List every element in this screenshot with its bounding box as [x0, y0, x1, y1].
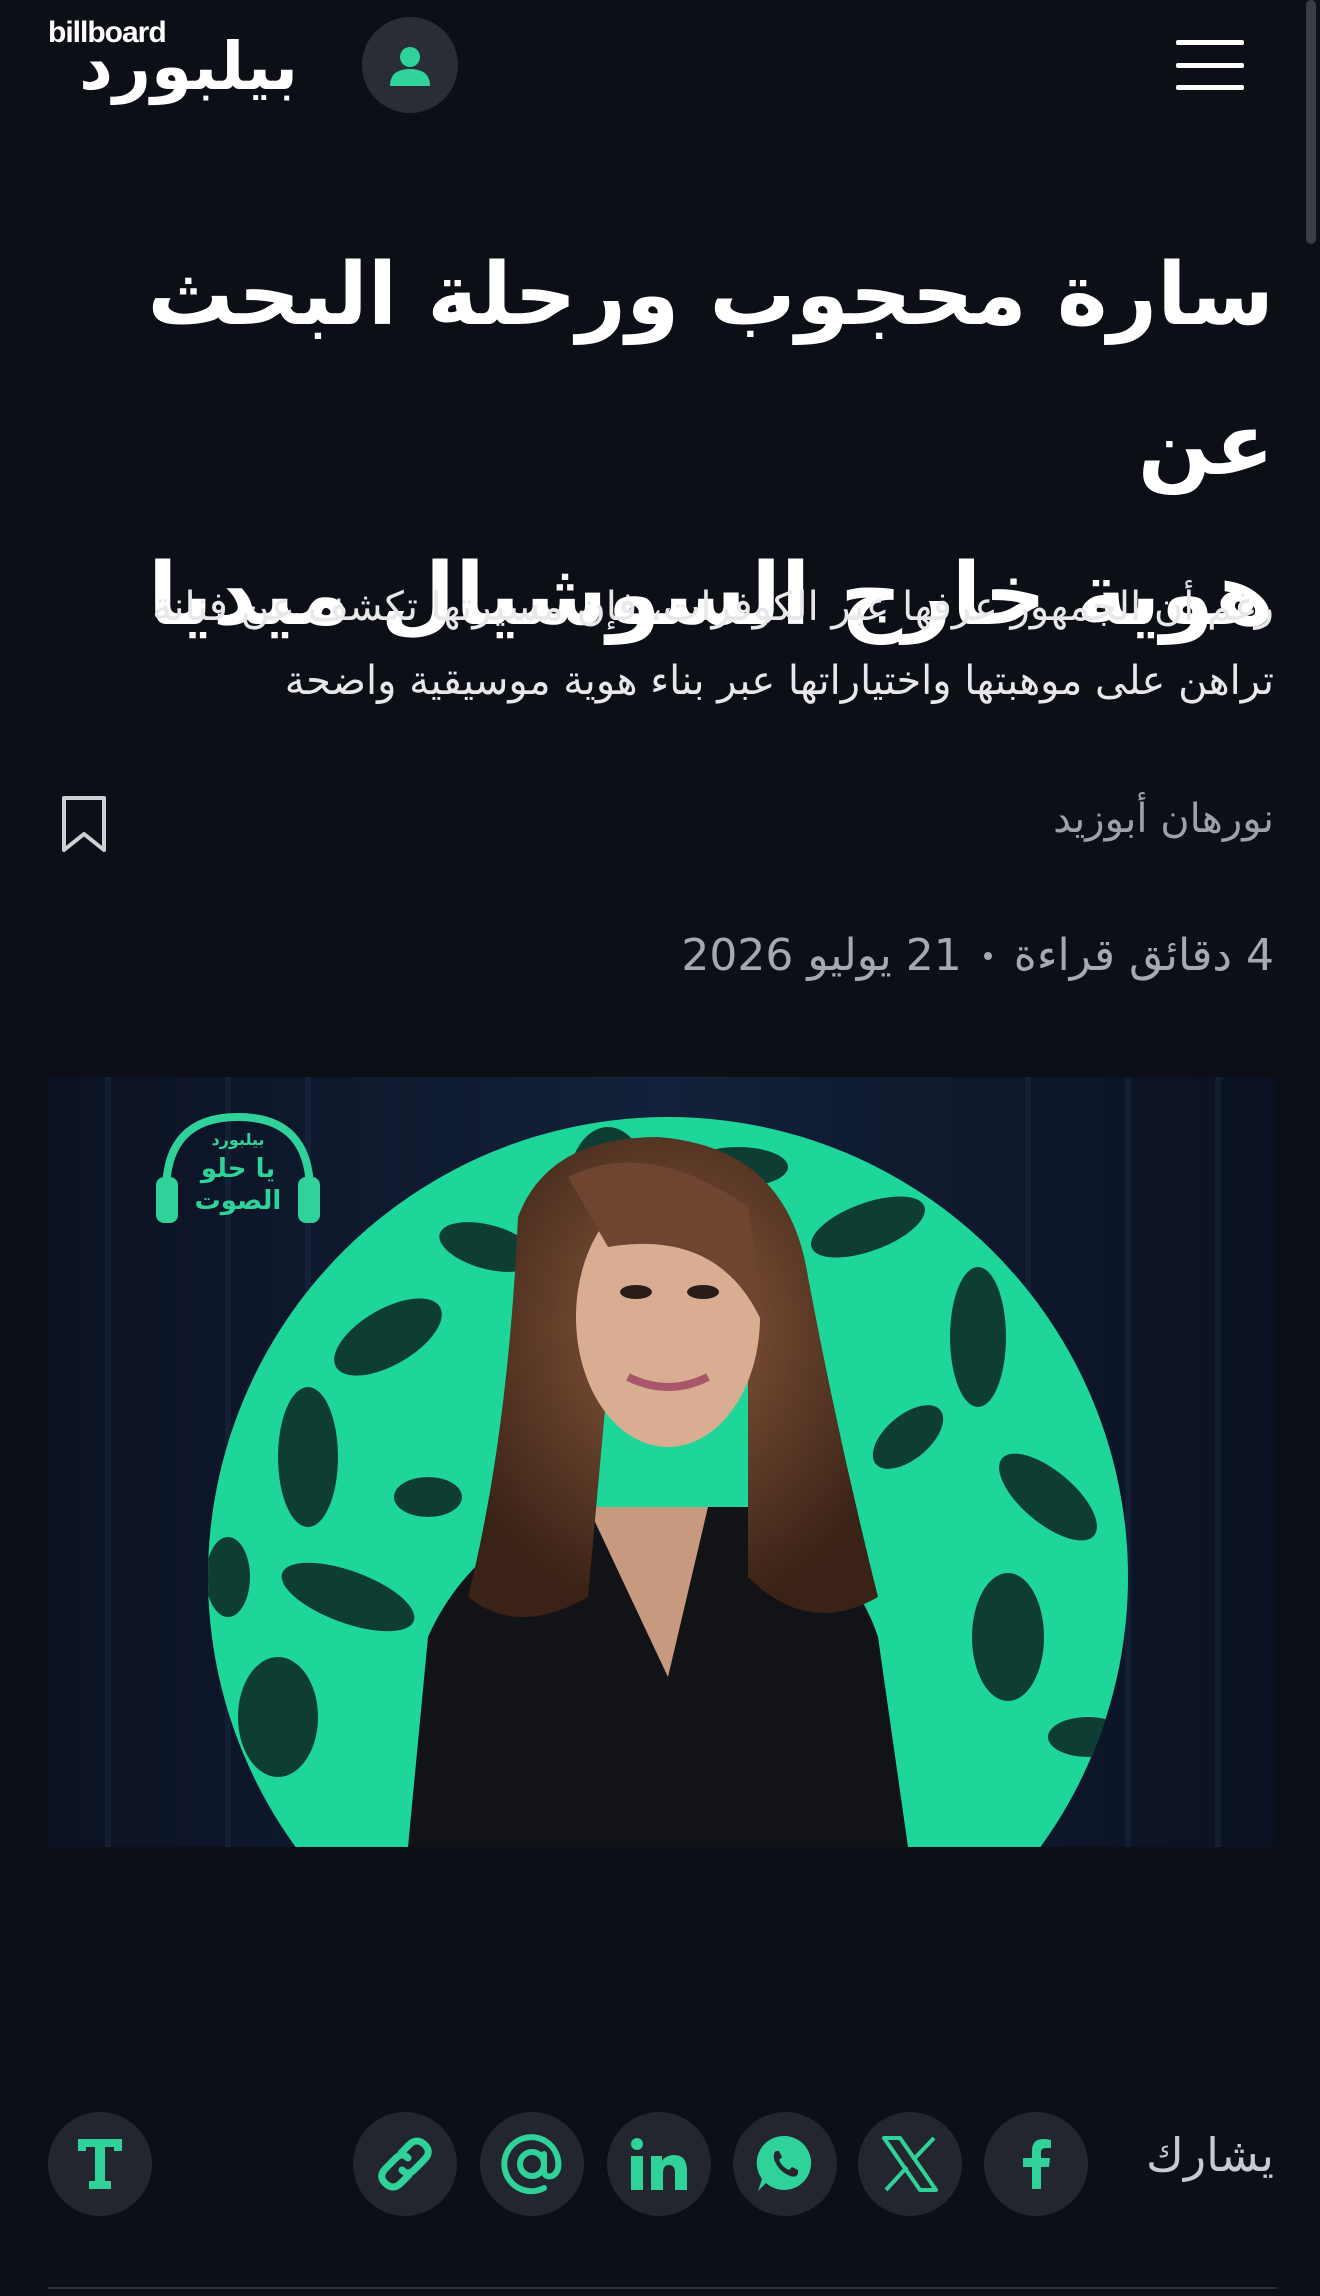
- bookmark-button[interactable]: [58, 794, 110, 856]
- badge-line1: بيلبورد: [211, 1130, 264, 1149]
- facebook-icon: [1023, 2139, 1051, 2189]
- share-x-button[interactable]: [858, 2112, 962, 2216]
- billboard-logo[interactable]: billboard بيلبورد: [48, 16, 298, 126]
- share-linkedin-button[interactable]: [607, 2112, 711, 2216]
- badge-line3: الصوت: [195, 1186, 282, 1216]
- meta-separator: [983, 951, 992, 960]
- user-icon: [390, 47, 430, 86]
- article-summary: رغم أن الجمهور عرفها عبر الكوفرات، فإن م…: [34, 570, 1274, 718]
- menu-bar: [1176, 85, 1244, 90]
- logo-arabic-text: بيلبورد: [79, 28, 298, 105]
- text-size-icon: [78, 2139, 122, 2189]
- share-whatsapp-button[interactable]: [733, 2112, 837, 2216]
- summary-line: تراهن على موهبتها واختياراتها عبر بناء ه…: [284, 658, 1274, 704]
- link-icon: [378, 2137, 432, 2191]
- share-email-button[interactable]: [480, 2112, 584, 2216]
- title-line: سارة محجوب ورحلة البحث عن: [147, 245, 1274, 495]
- account-button[interactable]: [362, 17, 458, 113]
- badge-line2: يا حلو: [199, 1154, 275, 1184]
- bookmark-icon: [62, 796, 106, 852]
- x-icon: [882, 2136, 938, 2192]
- whatsapp-icon: [756, 2135, 812, 2191]
- share-label: يشارك: [1146, 2128, 1274, 2182]
- site-header: billboard بيلبورد: [0, 0, 1320, 244]
- hero-illustration: بيلبورد يا حلو الصوت: [48, 1077, 1277, 1847]
- menu-bar: [1176, 62, 1244, 68]
- article-author[interactable]: نورهان أبوزيد: [1053, 796, 1274, 842]
- hamburger-menu-icon[interactable]: [1172, 32, 1248, 98]
- divider: [48, 2287, 1277, 2289]
- page-scrollbar[interactable]: [1306, 0, 1316, 244]
- share-facebook-button[interactable]: [984, 2112, 1088, 2216]
- summary-line: رغم أن الجمهور عرفها عبر الكوفرات، فإن م…: [151, 584, 1274, 630]
- publish-date: 21 يوليو 2026: [681, 930, 962, 981]
- menu-bar: [1176, 40, 1244, 45]
- article-hero-image: بيلبورد يا حلو الصوت: [48, 1077, 1277, 1847]
- text-size-button[interactable]: [48, 2112, 152, 2216]
- read-time: 4 دقائق قراءة: [1013, 930, 1274, 981]
- copy-link-button[interactable]: [353, 2112, 457, 2216]
- linkedin-icon: [631, 2138, 687, 2190]
- article-meta: 4 دقائق قراءة 21 يوليو 2026: [681, 930, 1274, 981]
- email-icon: [501, 2134, 562, 2195]
